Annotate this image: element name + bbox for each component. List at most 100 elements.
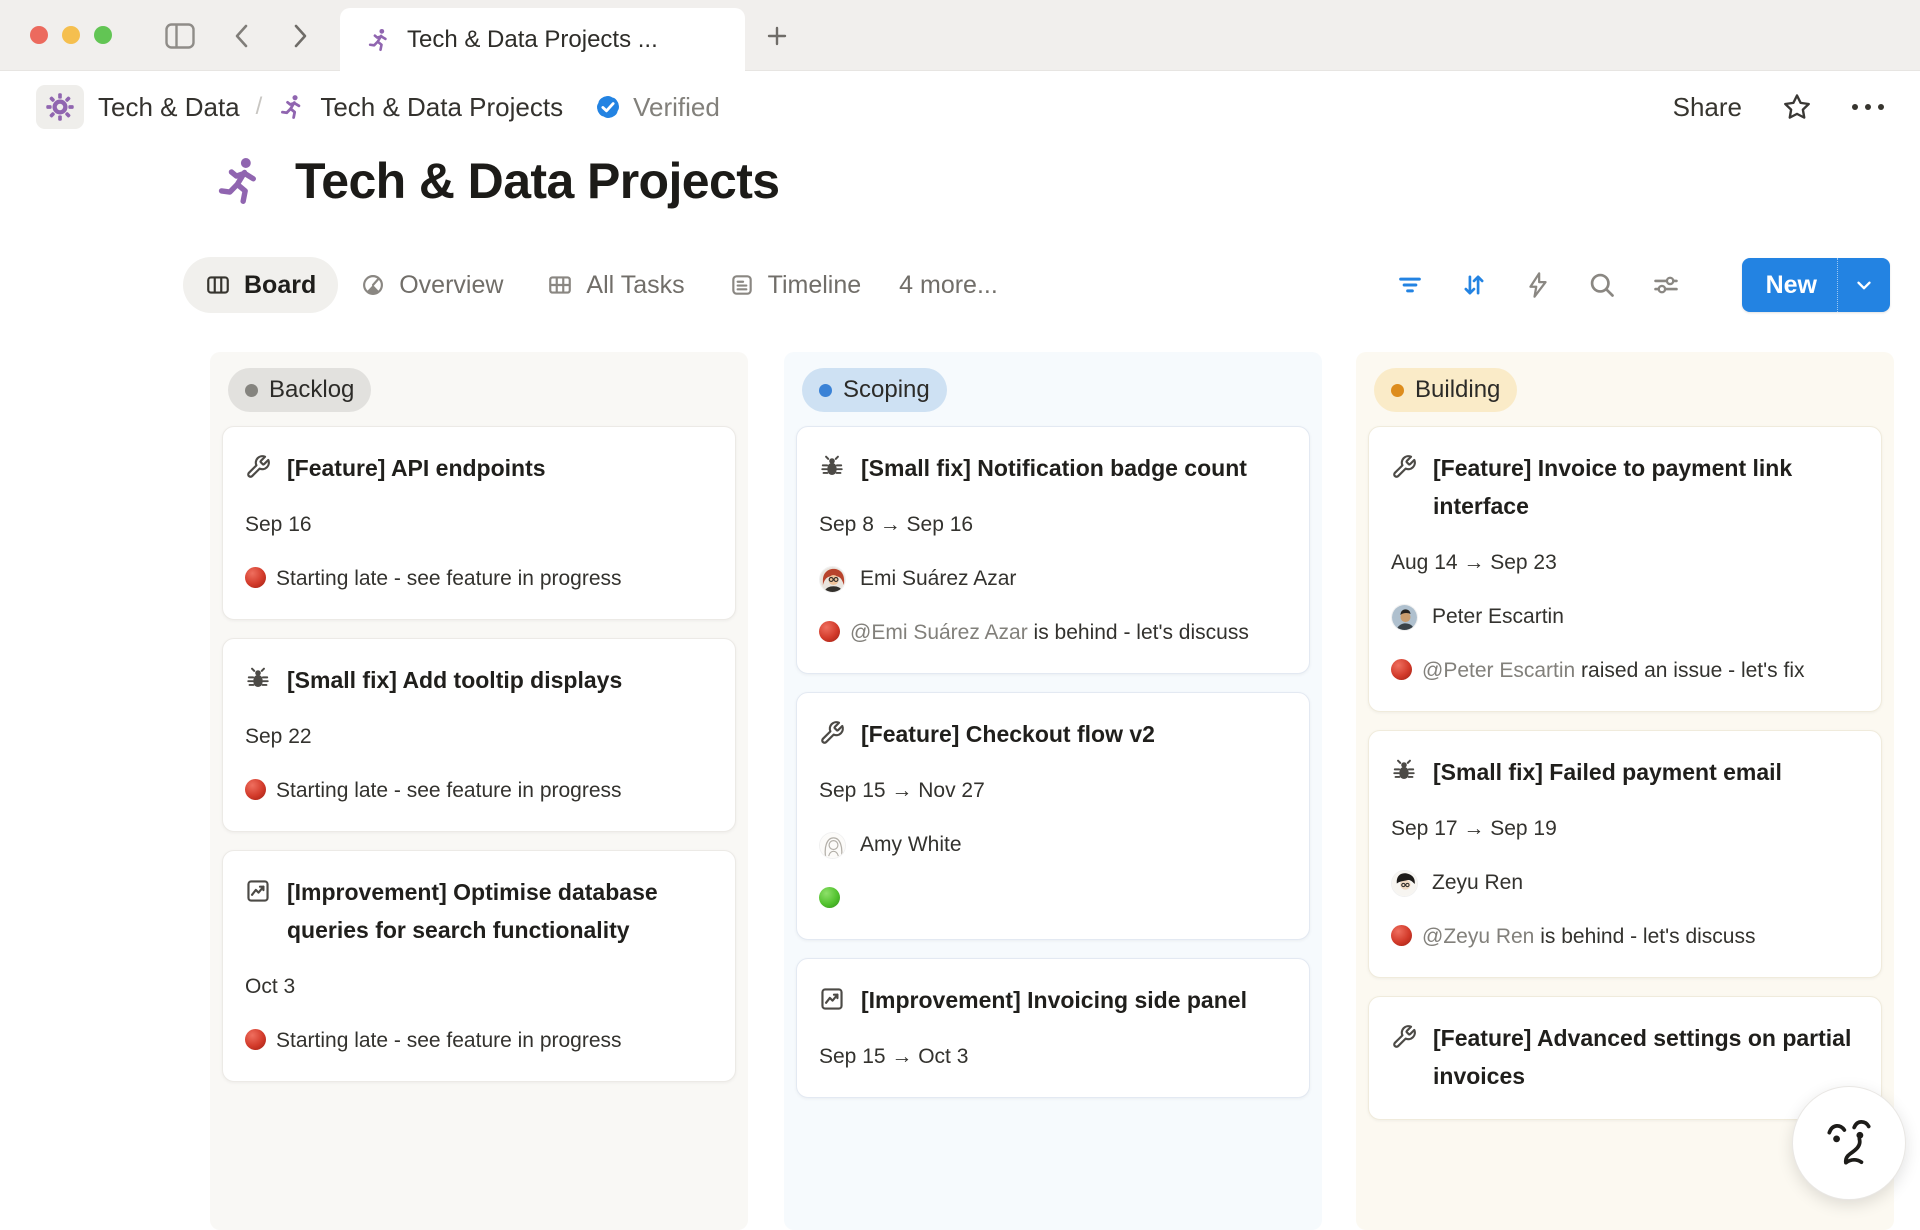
gear-icon: [45, 92, 75, 122]
page-title: Tech & Data Projects: [295, 152, 779, 210]
workspace-chip[interactable]: [36, 85, 84, 129]
task-card[interactable]: [Small fix] Notification badge count Sep…: [796, 426, 1310, 674]
assignee-name: Zeyu Ren: [1432, 867, 1523, 899]
tab-timeline[interactable]: Timeline: [707, 257, 884, 313]
page-header: Tech & Data / Tech & Data Projects Verif…: [0, 71, 1920, 143]
status-ball-icon: [245, 1029, 266, 1050]
wrench-icon: [1391, 449, 1417, 480]
tab-label: Board: [244, 271, 316, 300]
column-backlog: Backlog [Feature] API endpoints Sep 16 S…: [210, 352, 748, 1230]
bug-icon: [245, 661, 271, 692]
timeline-icon: [729, 272, 755, 298]
card-date: Aug 14 → Sep 23: [1391, 547, 1859, 579]
new-tab-button[interactable]: [757, 17, 797, 55]
column-header-backlog[interactable]: Backlog: [228, 368, 371, 412]
card-title: [Small fix] Add tooltip displays: [287, 661, 622, 699]
sliders-icon: [1652, 271, 1680, 299]
filter-button[interactable]: [1396, 271, 1424, 299]
zoom-window-button[interactable]: [94, 26, 112, 44]
task-card[interactable]: [Small fix] Add tooltip displays Sep 22 …: [222, 638, 736, 832]
status-dot: [245, 384, 258, 397]
avatar-zeyu: [1391, 870, 1418, 897]
view-settings-button[interactable]: [1652, 271, 1680, 299]
search-button[interactable]: [1588, 271, 1616, 299]
new-button-group: New: [1742, 258, 1890, 312]
tab-tech-data-projects[interactable]: Tech & Data Projects ...: [340, 8, 745, 71]
breadcrumb-workspace[interactable]: Tech & Data: [98, 92, 240, 123]
task-card[interactable]: [Feature] Advanced settings on partial i…: [1368, 996, 1882, 1120]
wrench-icon: [245, 449, 271, 480]
column-header-scoping[interactable]: Scoping: [802, 368, 947, 412]
more-views-button[interactable]: 4 more...: [883, 271, 1014, 300]
card-title: [Small fix] Failed payment email: [1433, 753, 1782, 791]
status-ball-icon: [819, 621, 840, 642]
sidebar-toggle-button[interactable]: [160, 17, 200, 55]
task-card[interactable]: [Small fix] Failed payment email Sep 17 …: [1368, 730, 1882, 978]
card-date: Sep 16: [245, 509, 713, 541]
wrench-icon: [819, 715, 845, 746]
task-card[interactable]: [Improvement] Invoicing side panel Sep 1…: [796, 958, 1310, 1098]
column-header-building[interactable]: Building: [1374, 368, 1517, 412]
runner-icon: [366, 27, 392, 53]
task-card[interactable]: [Feature] API endpoints Sep 16 Starting …: [222, 426, 736, 620]
card-status: @Emi Suárez Azar is behind - let's discu…: [819, 617, 1287, 649]
verified-badge[interactable]: Verified: [593, 92, 720, 123]
board-icon: [205, 272, 231, 298]
card-assignee: Emi Suárez Azar: [819, 563, 1287, 595]
card-status: Starting late - see feature in progress: [245, 775, 713, 807]
tab-overview[interactable]: Overview: [338, 257, 525, 313]
automation-button[interactable]: [1524, 271, 1552, 299]
new-button[interactable]: New: [1742, 271, 1837, 300]
card-date: Oct 3: [245, 971, 713, 1003]
more-options-button[interactable]: [1852, 104, 1884, 110]
overview-icon: [360, 272, 386, 298]
card-date: Sep 17 → Sep 19: [1391, 813, 1859, 845]
column-name: Building: [1415, 376, 1500, 404]
notion-ai-button[interactable]: [1792, 1086, 1906, 1200]
card-assignee: Zeyu Ren: [1391, 867, 1859, 899]
star-icon[interactable]: [1782, 92, 1812, 122]
card-date: Sep 15 → Oct 3: [819, 1041, 1287, 1073]
sidebar-toggle-icon: [165, 23, 195, 49]
new-dropdown-button[interactable]: [1838, 274, 1890, 296]
sort-icon: [1460, 271, 1488, 299]
task-card[interactable]: [Feature] Checkout flow v2 Sep 15 → Nov …: [796, 692, 1310, 940]
card-status: [819, 883, 1287, 915]
traffic-lights: [30, 26, 112, 44]
kanban-board: Backlog [Feature] API endpoints Sep 16 S…: [0, 352, 1920, 1230]
minimize-window-button[interactable]: [62, 26, 80, 44]
search-icon: [1588, 271, 1616, 299]
bug-icon: [819, 449, 845, 480]
nav-forward-button[interactable]: [280, 17, 320, 55]
task-card[interactable]: [Feature] Invoice to payment link interf…: [1368, 426, 1882, 712]
card-title: [Improvement] Invoicing side panel: [861, 981, 1247, 1019]
card-assignee: Amy White: [819, 829, 1287, 861]
status-dot: [1391, 384, 1404, 397]
task-card[interactable]: [Improvement] Optimise database queries …: [222, 850, 736, 1082]
tab-label: All Tasks: [586, 271, 684, 300]
share-button[interactable]: Share: [1673, 92, 1742, 123]
sort-button[interactable]: [1460, 271, 1488, 299]
chevron-down-icon: [1853, 274, 1875, 296]
tab-board[interactable]: Board: [183, 257, 338, 313]
column-scoping: Scoping [Small fix] Notification badge c…: [784, 352, 1322, 1230]
assignee-name: Amy White: [860, 829, 962, 861]
card-date: Sep 15 → Nov 27: [819, 775, 1287, 807]
verified-label: Verified: [633, 92, 720, 123]
close-window-button[interactable]: [30, 26, 48, 44]
nav-back-button[interactable]: [222, 17, 262, 55]
column-name: Scoping: [843, 376, 930, 404]
verified-seal-icon: [593, 92, 623, 122]
status-ball-icon: [819, 887, 840, 908]
breadcrumb-page[interactable]: Tech & Data Projects: [320, 92, 563, 123]
views-toolbar: Board Overview All Tasks Timeline 4 more…: [183, 256, 1890, 314]
status-ball-icon: [1391, 925, 1412, 946]
avatar-peter: [1391, 604, 1418, 631]
assignee-name: Emi Suárez Azar: [860, 563, 1016, 595]
header-actions: Share: [1673, 92, 1884, 123]
tab-all-tasks[interactable]: All Tasks: [525, 257, 706, 313]
card-title: [Feature] Advanced settings on partial i…: [1433, 1019, 1859, 1095]
plus-icon: [765, 24, 789, 48]
status-dot: [819, 384, 832, 397]
tab-title: Tech & Data Projects ...: [407, 26, 658, 54]
